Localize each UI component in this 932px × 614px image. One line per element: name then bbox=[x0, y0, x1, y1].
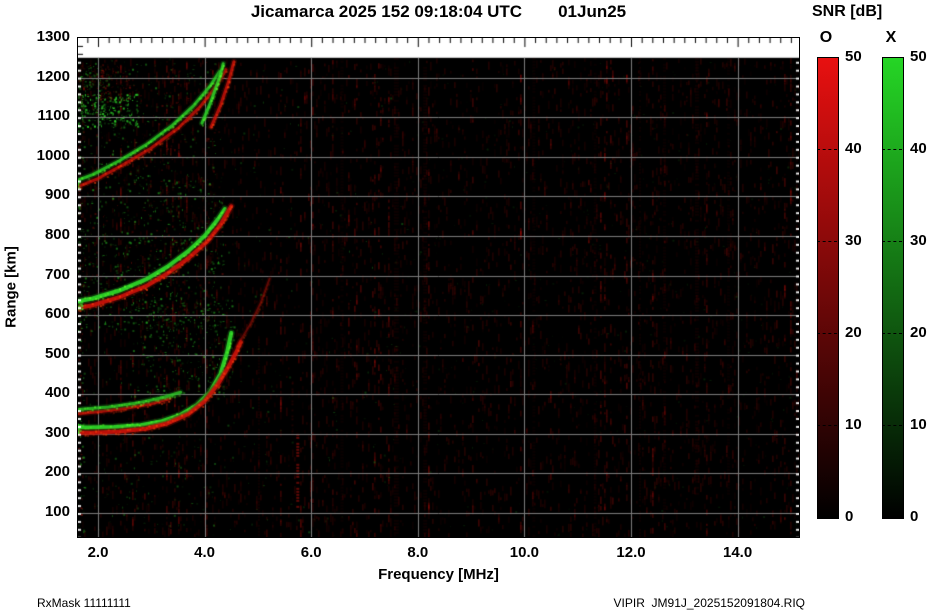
colorbar-x bbox=[882, 57, 904, 519]
title-text: Jicamarca 2025 152 09:18:04 UTC bbox=[251, 2, 522, 22]
colorbar-tick-label: 40 bbox=[910, 141, 932, 157]
y-axis-title: Range [km] bbox=[3, 246, 20, 328]
title-date: 01Jun25 bbox=[558, 2, 626, 22]
ionogram-page: { "title": { "main": "Jicamarca 2025 152… bbox=[0, 0, 932, 614]
y-tick-label: 400 bbox=[18, 385, 70, 401]
colorbar-tick-label: 10 bbox=[910, 417, 932, 433]
y-tick-label: 700 bbox=[18, 267, 70, 283]
x-tick-label: 12.0 bbox=[604, 544, 658, 561]
y-tick-label: 1100 bbox=[18, 108, 70, 124]
x-tick-label: 4.0 bbox=[178, 544, 232, 561]
y-tick-label: 100 bbox=[18, 504, 70, 520]
colorbar-x-label: X bbox=[880, 29, 902, 47]
x-tick-label: 14.0 bbox=[711, 544, 765, 561]
y-tick-label: 600 bbox=[18, 306, 70, 322]
colorbar-o-label: O bbox=[815, 29, 837, 47]
colorbar-tick-dash bbox=[817, 149, 837, 150]
y-tick-label: 1000 bbox=[18, 148, 70, 164]
y-tick-label: 1300 bbox=[18, 29, 70, 45]
x-tick-label: 8.0 bbox=[391, 544, 445, 561]
page-title: Jicamarca 2025 152 09:18:04 UTC 01Jun25 bbox=[78, 2, 799, 22]
colorbar-tick-label: 40 bbox=[845, 141, 875, 157]
colorbar-tick-dash bbox=[817, 333, 837, 334]
x-axis-title: Frequency [MHz] bbox=[78, 566, 799, 583]
footer-rxmask: RxMask 11111111 bbox=[37, 596, 131, 610]
plot-area bbox=[77, 37, 800, 538]
colorbar-tick-label: 0 bbox=[845, 509, 875, 525]
y-tick-label: 900 bbox=[18, 187, 70, 203]
colorbar-tick-label: 30 bbox=[845, 233, 875, 249]
colorbar-tick-label: 10 bbox=[845, 417, 875, 433]
colorbar-tick-label: 20 bbox=[910, 325, 932, 341]
colorbar-tick-dash bbox=[882, 241, 902, 242]
y-tick-label: 1200 bbox=[18, 69, 70, 85]
colorbar-tick-dash bbox=[817, 425, 837, 426]
x-tick-label: 6.0 bbox=[284, 544, 338, 561]
colorbar-tick-dash bbox=[882, 149, 902, 150]
colorbar-tick-dash bbox=[882, 425, 902, 426]
ionogram-canvas bbox=[78, 38, 799, 537]
colorbar-tick-label: 20 bbox=[845, 325, 875, 341]
y-tick-label: 300 bbox=[18, 425, 70, 441]
x-tick-label: 10.0 bbox=[497, 544, 551, 561]
y-tick-label: 500 bbox=[18, 346, 70, 362]
footer-filename: VIPIR JM91J_2025152091804.RIQ bbox=[614, 596, 805, 610]
colorbar-tick-label: 30 bbox=[910, 233, 932, 249]
colorbar-tick-dash bbox=[882, 333, 902, 334]
colorbar-tick-label: 50 bbox=[910, 49, 932, 65]
colorbar-tick-label: 50 bbox=[845, 49, 875, 65]
x-tick-label: 2.0 bbox=[71, 544, 125, 561]
colorbar-tick-label: 0 bbox=[910, 509, 932, 525]
y-tick-label: 200 bbox=[18, 464, 70, 480]
colorbar-o bbox=[817, 57, 839, 519]
y-tick-label: 800 bbox=[18, 227, 70, 243]
snr-colorbar-title: SNR [dB] bbox=[812, 3, 882, 21]
colorbar-tick-dash bbox=[817, 241, 837, 242]
